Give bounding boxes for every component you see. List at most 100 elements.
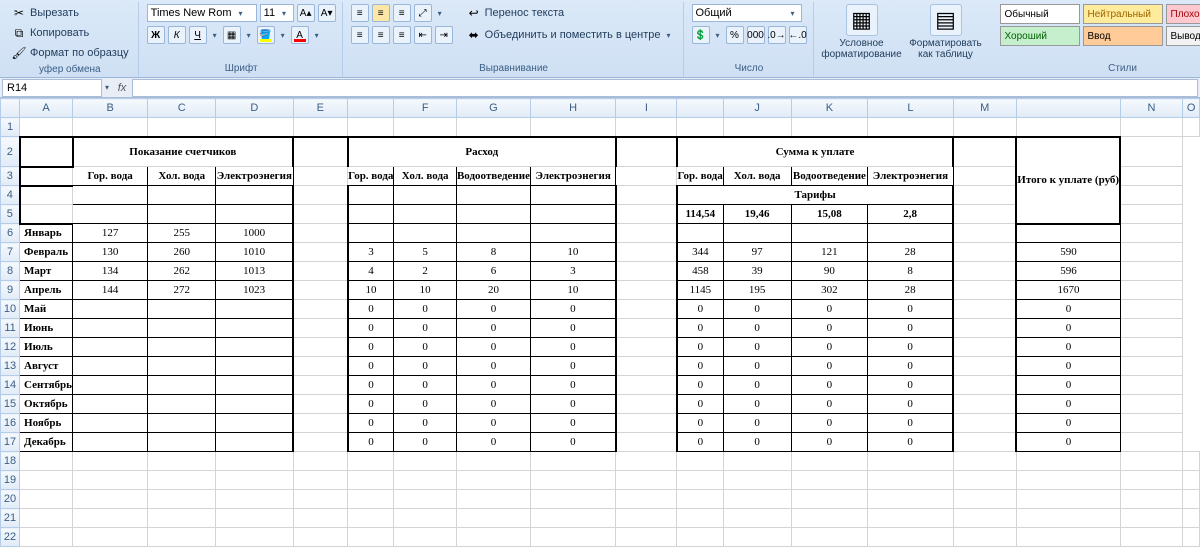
cell[interactable]: 0 [723,376,791,395]
row-header[interactable]: 15 [1,395,20,414]
cell[interactable]: 0 [677,395,723,414]
cell[interactable] [530,205,615,224]
cell[interactable] [73,357,148,376]
cell[interactable]: 272 [148,281,216,300]
cell[interactable]: 0 [723,319,791,338]
cell[interactable]: Расход [348,137,616,167]
cell[interactable]: Гор. вода [677,167,723,186]
col-header[interactable] [1,99,20,118]
number-format-combo[interactable]: Общий▾ [692,4,802,22]
cell[interactable]: 0 [348,338,394,357]
cell[interactable]: Февраль [20,243,73,262]
row-header[interactable]: 19 [1,471,20,490]
cell[interactable]: 5 [394,243,457,262]
col-header[interactable] [677,99,723,118]
cell[interactable]: 255 [148,224,216,243]
cell[interactable]: 0 [868,357,953,376]
chevron-down-icon[interactable]: ▾ [312,27,322,43]
col-header[interactable]: F [394,99,457,118]
cell[interactable]: 0 [723,300,791,319]
cell[interactable]: 0 [456,433,530,452]
shrink-font-button[interactable]: A▾ [318,4,336,22]
cell[interactable] [20,167,73,186]
cell[interactable]: 127 [73,224,148,243]
cell[interactable]: Водоотведение [791,167,868,186]
cell[interactable]: 0 [677,433,723,452]
row-header[interactable]: 18 [1,452,20,471]
cell[interactable] [348,205,394,224]
cell[interactable] [394,224,457,243]
cell[interactable]: 0 [1016,300,1120,319]
cell[interactable]: 8 [456,243,530,262]
cell[interactable]: 0 [791,395,868,414]
cell[interactable]: 262 [148,262,216,281]
cell[interactable] [216,433,293,452]
cell[interactable]: Хол. вода [723,167,791,186]
cell[interactable]: 3 [348,243,394,262]
font-size-combo[interactable]: 11▾ [260,4,294,22]
row-header[interactable]: 1 [1,118,20,137]
cell[interactable] [148,433,216,452]
style-neutral[interactable]: Нейтральный [1083,4,1163,24]
cell[interactable]: Март [20,262,73,281]
cell[interactable]: 0 [677,300,723,319]
row-header[interactable]: 6 [1,224,20,243]
cell[interactable] [456,186,530,205]
chevron-down-icon[interactable]: ▾ [278,27,288,43]
decrease-decimal-button[interactable]: ←.0 [789,26,807,44]
cell[interactable]: Показание счетчиков [73,137,294,167]
row-header[interactable]: 5 [1,205,20,224]
col-header[interactable]: O [1183,99,1200,118]
cell[interactable]: Хол. вода [148,167,216,186]
italic-button[interactable]: К [168,26,186,44]
thousands-button[interactable]: 000 [747,26,765,44]
cell[interactable]: 0 [677,319,723,338]
worksheet[interactable]: ABCDEFGHIJKLMNO12Показание счетчиковРасх… [0,98,1200,549]
cell[interactable]: 0 [791,357,868,376]
cell[interactable] [73,395,148,414]
cell[interactable]: 0 [723,395,791,414]
increase-decimal-button[interactable]: .0→ [768,26,786,44]
cell[interactable]: 39 [723,262,791,281]
style-output[interactable]: Вывод [1166,26,1200,46]
currency-button[interactable]: 💲 [692,26,710,44]
col-header[interactable]: M [953,99,1016,118]
cell[interactable]: 0 [868,414,953,433]
cell[interactable]: 0 [791,338,868,357]
cell[interactable]: Гор. вода [348,167,394,186]
cell[interactable]: Апрель [20,281,73,300]
row-header[interactable]: 13 [1,357,20,376]
cell[interactable]: 596 [1016,262,1120,281]
font-name-combo[interactable]: Times New Rom▾ [147,4,257,22]
cell[interactable]: 1010 [216,243,293,262]
cell[interactable] [148,357,216,376]
row-header[interactable]: 2 [1,137,20,167]
cell[interactable]: 0 [394,357,457,376]
cell[interactable]: 0 [530,357,615,376]
cell[interactable]: 0 [868,338,953,357]
indent-increase-button[interactable]: ⇥ [435,26,453,44]
cell[interactable]: 8 [868,262,953,281]
cell[interactable]: Тарифы [677,186,953,205]
cell[interactable] [394,205,457,224]
cell[interactable]: 97 [723,243,791,262]
cell[interactable] [148,205,216,224]
cell[interactable]: 10 [394,281,457,300]
cell[interactable] [148,376,216,395]
bold-button[interactable]: Ж [147,26,165,44]
style-bad[interactable]: Плохой [1166,4,1200,24]
cell[interactable] [73,186,148,205]
cell[interactable]: 0 [677,338,723,357]
cell[interactable]: 1013 [216,262,293,281]
cell[interactable]: Итого к уплате (руб) [1016,137,1120,224]
cell[interactable]: 0 [456,414,530,433]
cell[interactable]: 20 [456,281,530,300]
cell[interactable]: 0 [530,300,615,319]
cell[interactable] [723,224,791,243]
cell[interactable]: 344 [677,243,723,262]
cell[interactable]: 0 [348,395,394,414]
chevron-down-icon[interactable]: ▾ [210,27,220,43]
cell[interactable] [1016,224,1120,243]
cell[interactable] [677,224,723,243]
cell[interactable]: 134 [73,262,148,281]
